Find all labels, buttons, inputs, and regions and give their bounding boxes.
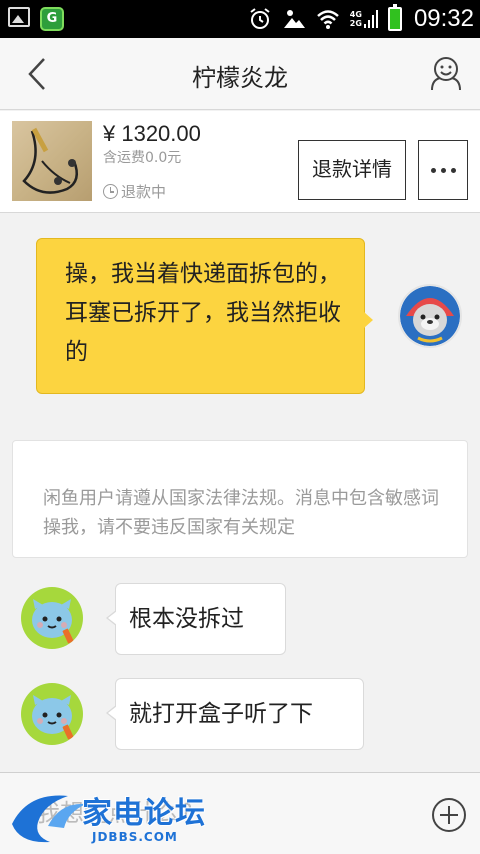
battery-icon <box>387 4 402 31</box>
signal-icon: 4G 2G <box>350 9 378 29</box>
product-summary: ¥ 1320.00 含运费0.0元 退款中 退款详情 <box>0 111 480 213</box>
more-dots-icon[interactable] <box>418 140 468 200</box>
alarm-icon <box>250 8 270 29</box>
clock-time: 09:32 <box>413 5 474 32</box>
smiley-icon[interactable] <box>426 54 466 94</box>
watermark-logo: 家电论坛 JDBBS.COM <box>8 782 208 852</box>
network-2g-label: 2G <box>349 19 362 28</box>
refund-status-label: 退款中 <box>121 183 167 201</box>
message-incoming: 就打开盒子听了下 <box>106 678 364 750</box>
clock-icon <box>103 184 118 199</box>
avatar-other[interactable] <box>21 587 83 649</box>
refund-details-button[interactable]: 退款详情 <box>298 140 406 200</box>
app-icon: G <box>40 7 64 31</box>
image-icon <box>8 7 30 27</box>
network-4g-label: 4G <box>349 10 362 19</box>
product-price: ¥ 1320.00 <box>103 121 201 146</box>
title-bar: 柠檬炎龙 <box>0 38 480 110</box>
product-thumbnail[interactable] <box>12 121 92 201</box>
refund-status: 退款中 <box>103 181 166 202</box>
avatar-other[interactable] <box>21 683 83 745</box>
weather-icon <box>283 10 305 28</box>
shipping-fee: 含运费0.0元 <box>103 150 182 166</box>
message-outgoing: 操，我当着快递面拆包的，耳塞已拆开了，我当然拒收的 <box>36 238 373 394</box>
watermark-domain: JDBBS.COM <box>92 830 178 844</box>
message-incoming: 根本没拆过 <box>106 583 286 655</box>
system-notice: 闲鱼用户请遵从国家法律法规。消息中包含敏感词 操我，请不要违反国家有关规定 <box>12 440 468 558</box>
plus-circle-icon[interactable] <box>432 798 466 832</box>
wifi-icon <box>316 10 339 29</box>
status-bar: G 4G 2G 09:32 <box>0 0 480 38</box>
page-title: 柠檬炎龙 <box>192 64 288 92</box>
watermark-name: 家电论坛 <box>82 796 206 831</box>
avatar-self[interactable] <box>398 284 462 348</box>
